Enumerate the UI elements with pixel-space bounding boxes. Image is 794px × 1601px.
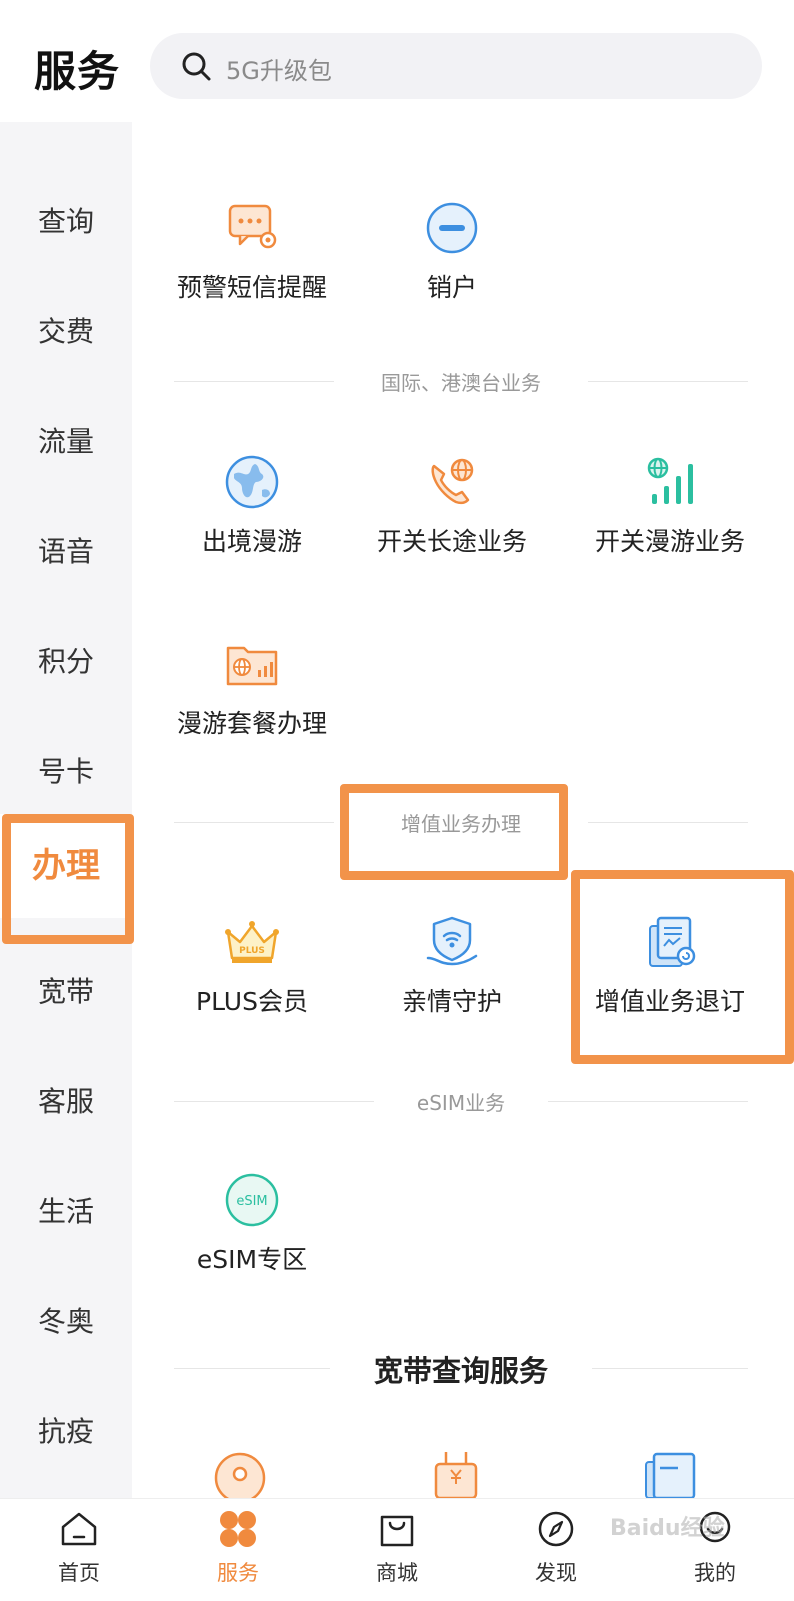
nav-service-label: 服务 bbox=[217, 1561, 259, 1585]
roaming-package-icon bbox=[226, 646, 278, 686]
broadband-partial-icon-1[interactable] bbox=[210, 1444, 270, 1498]
sidebar-item-customer-service[interactable]: 客服 bbox=[0, 1072, 132, 1132]
page-title: 服务 bbox=[34, 47, 121, 96]
section-title-broadband: 宽带查询服务 bbox=[373, 1354, 548, 1388]
section-broadband: 宽带查询服务 bbox=[174, 1354, 748, 1388]
broadband-partial-icon-3[interactable] bbox=[640, 1444, 700, 1498]
search-placeholder: 5G升级包 bbox=[226, 57, 332, 85]
roaming-package-label: 漫游套餐办理 bbox=[176, 709, 327, 738]
watermark: Baidu经验 bbox=[610, 1516, 725, 1541]
cancel-account-item[interactable]: 销户 bbox=[342, 198, 562, 304]
svg-text:eSIM: eSIM bbox=[236, 1194, 267, 1209]
globe-icon bbox=[225, 455, 279, 509]
long-distance-toggle-item[interactable]: 开关长途业务 bbox=[342, 452, 562, 558]
header: 服务 5G升级包 bbox=[0, 0, 794, 122]
sidebar-item-voice[interactable]: 语音 bbox=[0, 522, 132, 582]
nav-shop-label: 商城 bbox=[376, 1561, 418, 1585]
esim-icon: eSIM bbox=[225, 1173, 279, 1227]
nav-profile-label: 我的 bbox=[694, 1561, 736, 1585]
roaming-toggle-item[interactable]: 开关漫游业务 bbox=[560, 452, 780, 558]
plus-member-label: PLUS会员 bbox=[196, 987, 308, 1016]
family-guard-item[interactable]: 亲情守护 bbox=[342, 912, 562, 1018]
nav-shop[interactable]: 商城 bbox=[318, 1499, 476, 1601]
section-divider-esim: eSIM业务 bbox=[174, 1091, 748, 1115]
sidebar-item-points[interactable]: 积分 bbox=[0, 632, 132, 692]
sidebar: 最新 查询 交费 流量 语音 积分 号卡 办理 宽带 客服 生活 冬奥 抗疫 bbox=[0, 122, 132, 1498]
compass-icon bbox=[538, 1511, 574, 1547]
roaming-package-item[interactable]: 漫游套餐办理 bbox=[142, 634, 362, 740]
sidebar-item-winter-olympics[interactable]: 冬奥 bbox=[0, 1292, 132, 1352]
family-guard-label: 亲情守护 bbox=[401, 987, 502, 1016]
section-title-international: 国际、港澳台业务 bbox=[381, 371, 541, 395]
home-icon bbox=[61, 1512, 97, 1546]
sidebar-item-query[interactable]: 查询 bbox=[0, 192, 132, 252]
warning-sms-icon bbox=[228, 204, 277, 249]
phone-globe-icon bbox=[431, 458, 474, 505]
plus-member-item[interactable]: PLUS PLUS会员 bbox=[142, 912, 362, 1018]
search-bar[interactable]: 5G升级包 bbox=[150, 33, 762, 99]
broadband-partial-icon-2[interactable] bbox=[426, 1444, 486, 1498]
roaming-signal-icon bbox=[647, 457, 693, 504]
nav-service[interactable]: 服务 bbox=[159, 1499, 317, 1601]
highlight-box-sidebar bbox=[2, 814, 134, 944]
sidebar-item-epidemic[interactable]: 抗疫 bbox=[0, 1402, 132, 1462]
section-divider-international: 国际、港澳台业务 bbox=[174, 371, 748, 395]
sidebar-item-partial[interactable]: 最新 bbox=[38, 122, 94, 126]
esim-zone-label: eSIM专区 bbox=[196, 1245, 308, 1274]
long-distance-toggle-label: 开关长途业务 bbox=[376, 527, 527, 556]
svg-text:PLUS: PLUS bbox=[239, 946, 265, 956]
search-icon bbox=[182, 52, 211, 81]
nav-home[interactable]: 首页 bbox=[0, 1499, 158, 1601]
cancel-account-label: 销户 bbox=[426, 273, 477, 302]
roaming-toggle-label: 开关漫游业务 bbox=[594, 527, 745, 556]
nav-discover-label: 发现 bbox=[535, 1561, 577, 1585]
plus-crown-icon: PLUS bbox=[225, 921, 279, 963]
sidebar-item-payment[interactable]: 交费 bbox=[0, 302, 132, 362]
warning-sms-item[interactable]: 预警短信提醒 bbox=[142, 198, 362, 304]
sidebar-item-broadband[interactable]: 宽带 bbox=[0, 962, 132, 1022]
sidebar-item-sim[interactable]: 号卡 bbox=[0, 742, 132, 802]
sidebar-item-data[interactable]: 流量 bbox=[0, 412, 132, 472]
outbound-roaming-item[interactable]: 出境漫游 bbox=[142, 452, 362, 558]
shop-bag-icon bbox=[380, 1515, 414, 1547]
family-guard-icon bbox=[426, 916, 478, 966]
outbound-roaming-label: 出境漫游 bbox=[201, 527, 302, 556]
esim-zone-item[interactable]: eSIM eSIM专区 bbox=[142, 1170, 362, 1276]
cancel-account-icon bbox=[426, 202, 478, 254]
warning-sms-label: 预警短信提醒 bbox=[176, 273, 327, 302]
service-icon bbox=[220, 1511, 256, 1547]
highlight-box-section bbox=[340, 784, 568, 880]
section-title-esim: eSIM业务 bbox=[416, 1091, 506, 1115]
sidebar-item-life[interactable]: 生活 bbox=[0, 1182, 132, 1242]
nav-home-label: 首页 bbox=[58, 1561, 100, 1585]
highlight-box-unsubscribe bbox=[571, 870, 794, 1064]
